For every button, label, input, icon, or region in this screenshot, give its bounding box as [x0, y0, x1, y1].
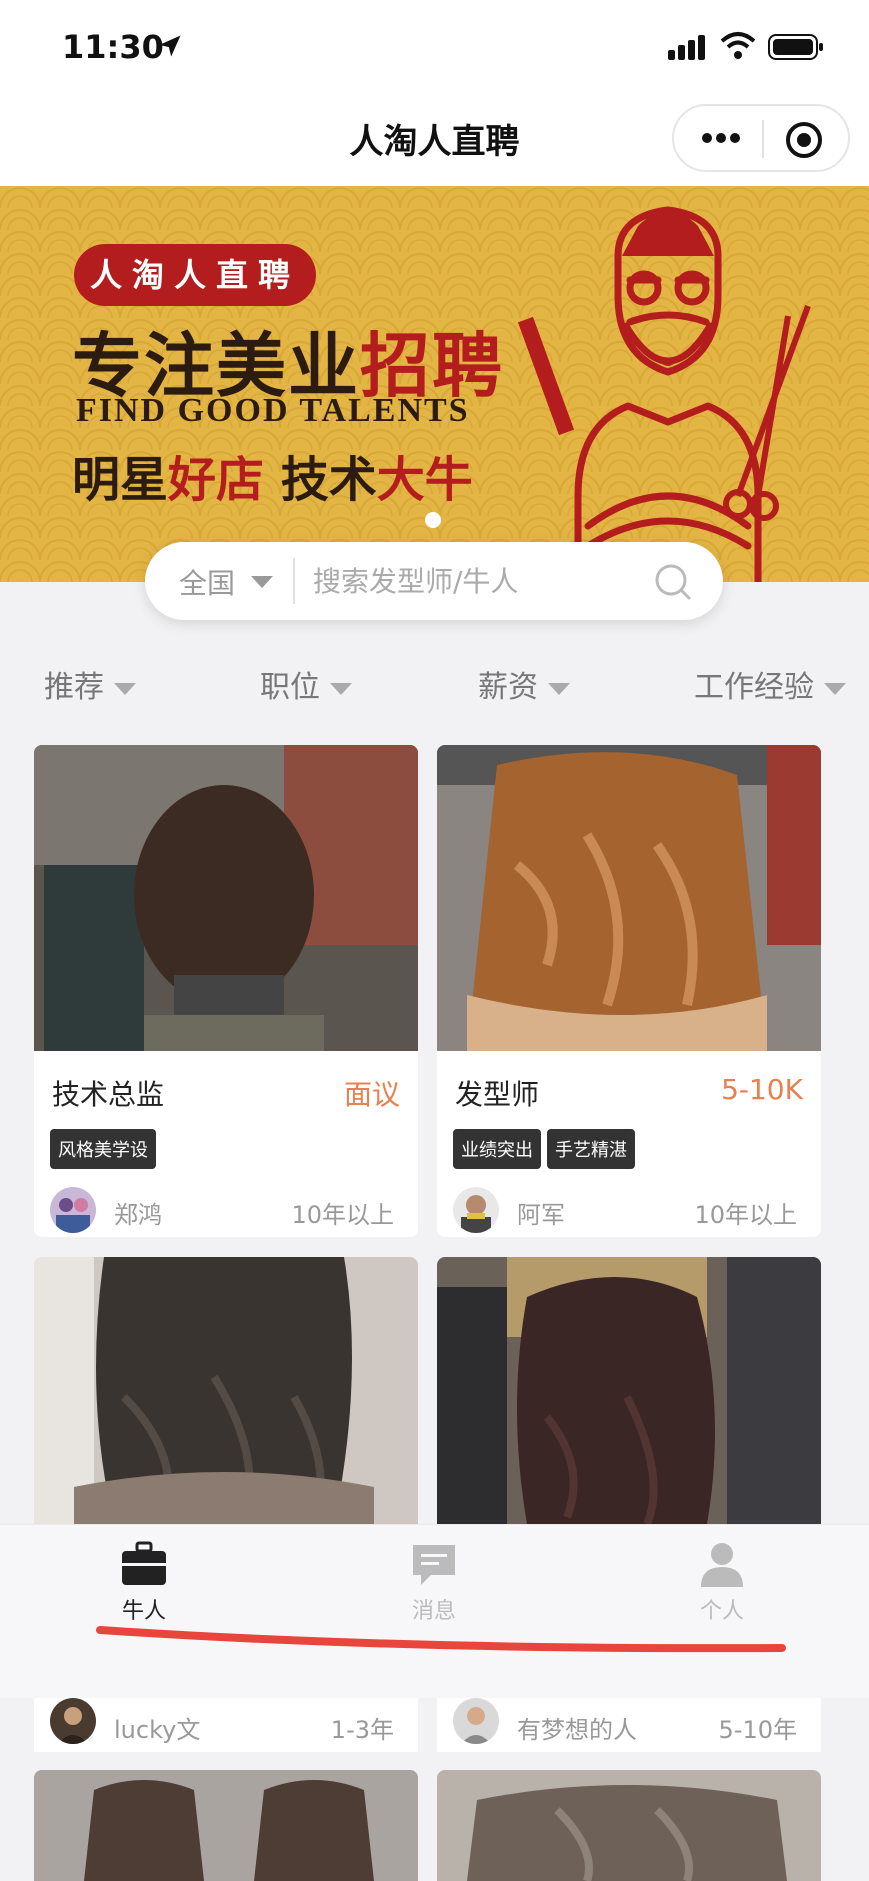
- avatar: [50, 1698, 96, 1744]
- subslogan-b: 好店: [168, 452, 265, 508]
- region-selector[interactable]: 全国: [179, 562, 235, 602]
- banner-badge: 人淘人直聘: [74, 244, 316, 306]
- talent-card[interactable]: [437, 1257, 821, 1524]
- tab-label: 消息: [411, 1599, 456, 1624]
- search-icon[interactable]: [653, 562, 693, 602]
- promo-banner[interactable]: 人淘人直聘 专注美业招聘 FIND GOOD TALENTS 明星好店 技术大牛: [0, 186, 869, 582]
- miniprogram-capsule: [672, 104, 850, 172]
- experience: 10年以上: [694, 1201, 797, 1229]
- filter-label: 工作经验: [694, 670, 814, 705]
- tab-bar: 牛人 消息 个人: [0, 1524, 869, 1698]
- carousel-indicator[interactable]: [425, 512, 441, 528]
- app-screen: 11:30 人淘人直聘 人淘人直聘 专注美业招聘 FIND GOOD TALEN…: [0, 0, 869, 1881]
- tag: 风格美学设: [50, 1129, 156, 1169]
- annotation-underline: [96, 1626, 786, 1653]
- capsule-divider: [762, 120, 764, 158]
- chevron-down-icon: [824, 682, 846, 695]
- card-photo: [437, 1770, 821, 1881]
- experience: 5-10年: [718, 1716, 797, 1744]
- more-dots-icon[interactable]: [696, 120, 746, 156]
- filter-position[interactable]: 职位: [260, 662, 352, 706]
- user-name: lucky文: [114, 1716, 201, 1744]
- job-title: 技术总监: [52, 1078, 165, 1111]
- tag-list: 业绩突出 手艺精湛: [453, 1129, 641, 1169]
- cellular-signal-icon: [668, 35, 705, 60]
- experience: 1-3年: [330, 1716, 394, 1744]
- region-dropdown-icon[interactable]: [251, 576, 273, 588]
- filter-label: 薪资: [478, 670, 538, 705]
- avatar: [453, 1187, 499, 1233]
- job-title: 发型师: [455, 1078, 540, 1111]
- talent-card-footer[interactable]: 有梦想的人 5-10年: [437, 1698, 821, 1752]
- filter-label: 职位: [260, 670, 320, 705]
- filter-experience[interactable]: 工作经验: [694, 662, 846, 706]
- target-close-icon[interactable]: [784, 120, 824, 160]
- talent-card[interactable]: 发型师 5-10K 业绩突出 手艺精湛 阿军 10年以上: [437, 745, 821, 1237]
- chevron-down-icon: [548, 682, 570, 695]
- tag-list: 风格美学设: [50, 1129, 162, 1169]
- status-bar: 11:30: [0, 0, 869, 96]
- location-arrow-icon: [159, 35, 181, 57]
- avatar: [453, 1698, 499, 1744]
- card-photo: [437, 1257, 821, 1524]
- briefcase-icon: [122, 1541, 166, 1585]
- status-time: 11:30: [62, 28, 164, 66]
- filter-salary[interactable]: 薪资: [478, 662, 570, 706]
- card-photo: [34, 1257, 418, 1524]
- salary: 面议: [343, 1078, 400, 1111]
- card-photo: [437, 745, 821, 1051]
- subslogan-d: 大牛: [376, 452, 473, 508]
- tag: 手艺精湛: [547, 1129, 635, 1169]
- card-photo: [34, 745, 418, 1051]
- chevron-down-icon: [114, 682, 136, 695]
- message-icon: [413, 1545, 455, 1585]
- barber-illustration: [518, 206, 811, 582]
- search-input[interactable]: [313, 554, 643, 608]
- subslogan-a: 明星: [72, 452, 169, 508]
- user-name: 有梦想的人: [517, 1716, 637, 1744]
- banner-subslogan: 明星好店 技术大牛: [72, 440, 473, 510]
- tag: 业绩突出: [453, 1129, 541, 1169]
- tab-label: 个人: [699, 1599, 744, 1624]
- avatar: [50, 1187, 96, 1233]
- search-bar: 全国: [145, 542, 723, 620]
- person-icon: [701, 1543, 743, 1587]
- banner-english: FIND GOOD TALENTS: [76, 392, 470, 429]
- search-divider: [293, 558, 295, 604]
- chevron-down-icon: [330, 682, 352, 695]
- user-name: 阿军: [517, 1201, 565, 1229]
- battery-icon: [768, 34, 823, 60]
- subslogan-c: 技术: [264, 452, 377, 508]
- salary: 5-10K: [721, 1073, 803, 1106]
- navigation-bar: 人淘人直聘: [0, 96, 869, 186]
- experience: 10年以上: [291, 1201, 394, 1229]
- user-name: 郑鸿: [114, 1201, 162, 1229]
- talent-card[interactable]: 技术总监 面议 风格美学设 郑鸿 10年以上: [34, 745, 418, 1237]
- filter-bar: 推荐 职位 薪资 工作经验: [0, 640, 869, 736]
- talent-card[interactable]: [34, 1257, 418, 1524]
- filter-recommend[interactable]: 推荐: [44, 662, 136, 706]
- wifi-icon: [720, 32, 756, 59]
- card-photo: [34, 1770, 418, 1881]
- filter-label: 推荐: [44, 670, 104, 705]
- talent-card-footer[interactable]: lucky文 1-3年: [34, 1698, 418, 1752]
- tab-label: 牛人: [121, 1599, 166, 1624]
